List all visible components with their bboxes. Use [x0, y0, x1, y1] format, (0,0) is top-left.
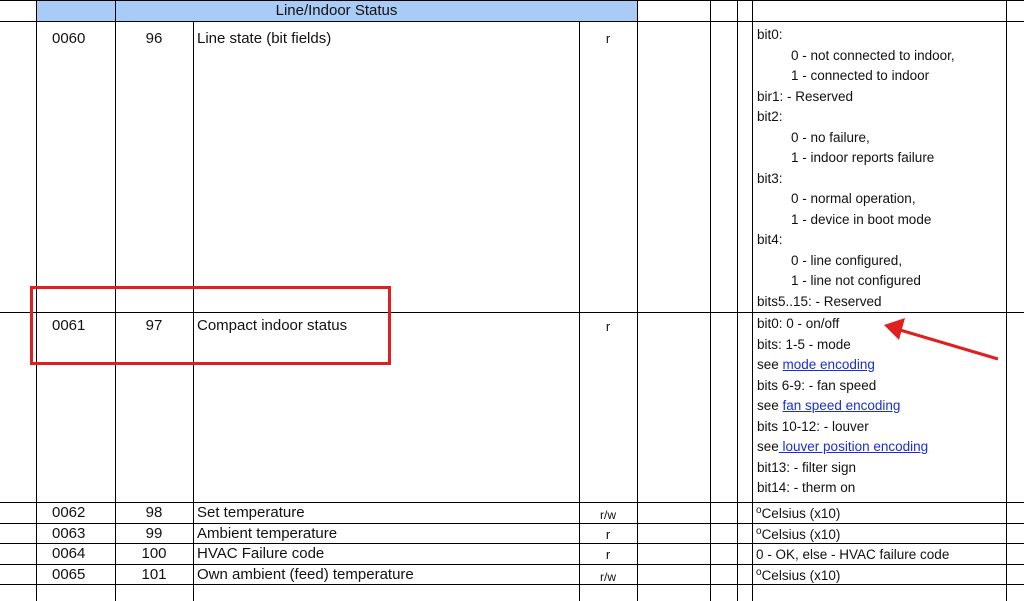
annotation-arrow-icon — [884, 318, 999, 361]
